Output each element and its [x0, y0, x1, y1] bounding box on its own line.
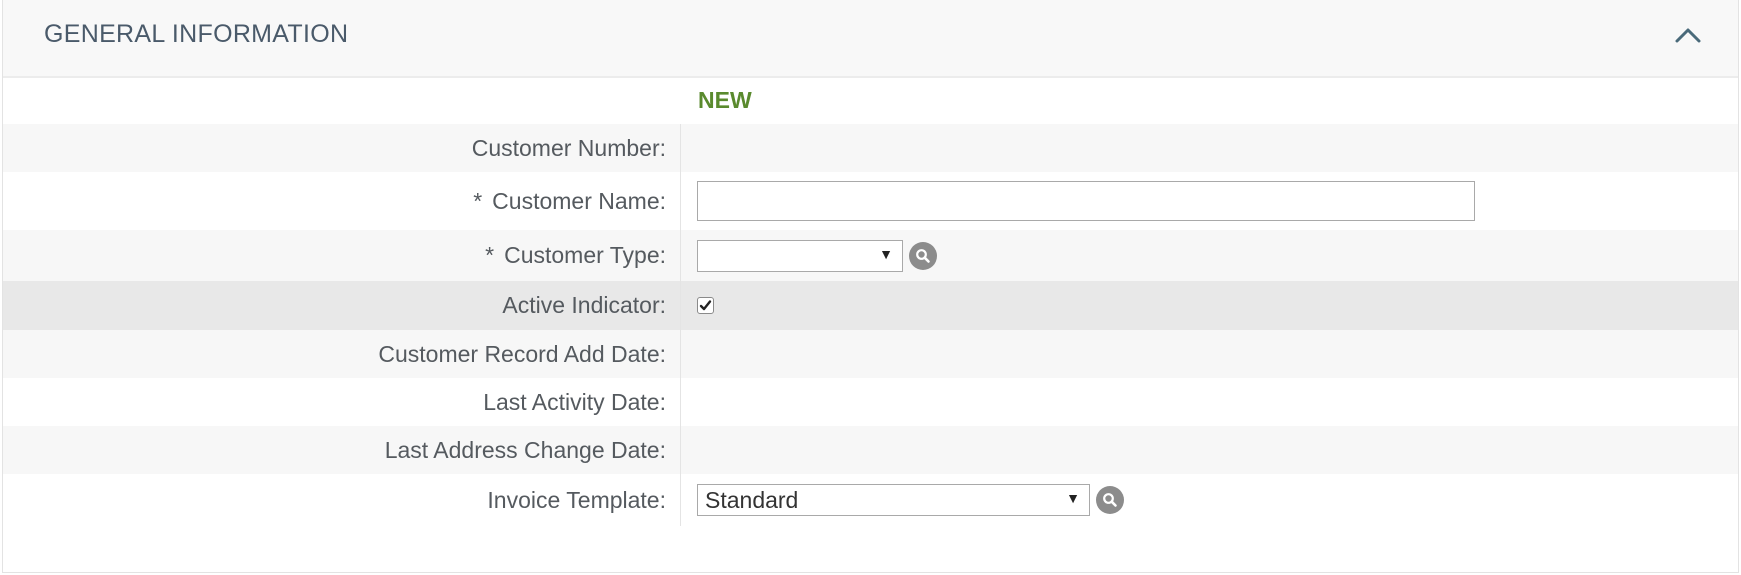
record-status: NEW	[698, 87, 752, 113]
record-add-date-label: Customer Record Add Date:	[378, 340, 666, 367]
status-row: NEW	[3, 78, 1738, 124]
section-title: GENERAL INFORMATION	[44, 20, 349, 48]
required-marker: *	[485, 242, 495, 268]
last-activity-date-label: Last Activity Date:	[483, 388, 666, 415]
invoice-template-label: Invoice Template:	[487, 486, 666, 513]
customer-name-input[interactable]	[697, 181, 1475, 221]
checkmark-icon	[699, 300, 712, 311]
search-icon	[916, 248, 930, 263]
dropdown-arrow-icon: ▼	[1066, 490, 1080, 506]
customer-number-label: Customer Number:	[471, 134, 666, 161]
invoice-template-row: Invoice Template: Standard ▼	[3, 474, 1738, 526]
customer-name-row: * Customer Name:	[3, 172, 1738, 230]
required-marker: *	[473, 187, 483, 214]
customer-type-label: Customer Type:	[504, 242, 666, 268]
last-activity-date-row: Last Activity Date:	[3, 378, 1738, 426]
active-indicator-checkbox[interactable]	[697, 297, 714, 314]
record-add-date-row: Customer Record Add Date:	[3, 330, 1738, 378]
invoice-template-select[interactable]: Standard ▼	[697, 484, 1090, 516]
customer-type-select[interactable]: ▼	[697, 239, 903, 272]
active-indicator-label: Active Indicator:	[502, 292, 666, 318]
chevron-up-icon	[1675, 28, 1701, 43]
customer-type-lookup-button[interactable]	[909, 241, 937, 270]
customer-number-row: Customer Number:	[3, 124, 1738, 172]
collapse-button[interactable]	[1672, 22, 1704, 48]
dropdown-arrow-icon: ▼	[879, 245, 893, 262]
customer-type-row: * Customer Type: ▼	[3, 230, 1738, 281]
invoice-template-selected: Standard	[705, 486, 799, 513]
customer-name-label: Customer Name:	[492, 187, 666, 214]
last-address-change-date-row: Last Address Change Date:	[3, 426, 1738, 474]
panel-header: GENERAL INFORMATION	[3, 0, 1738, 78]
active-indicator-row: Active Indicator:	[3, 281, 1738, 330]
search-icon	[1103, 493, 1117, 507]
invoice-template-lookup-button[interactable]	[1096, 486, 1124, 514]
general-information-panel: GENERAL INFORMATION NEW Customer Number:…	[2, 0, 1739, 573]
last-address-change-date-label: Last Address Change Date:	[384, 436, 666, 463]
